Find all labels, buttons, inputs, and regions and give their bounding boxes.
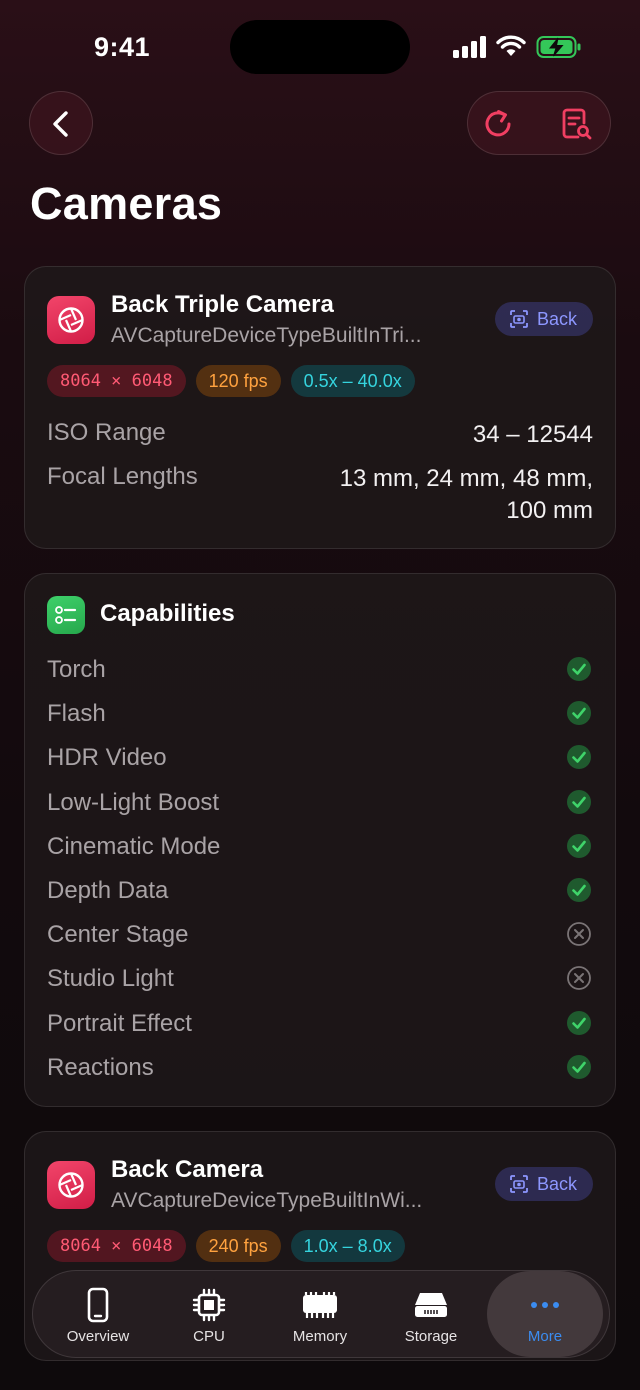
camera-device-type: AVCaptureDeviceTypeBuiltInTri...	[111, 324, 422, 347]
iso-range-label: ISO Range	[47, 419, 166, 446]
battery-charging-icon	[536, 36, 581, 58]
toolbar-actions	[467, 91, 611, 155]
back-button[interactable]	[29, 91, 93, 155]
phone-icon	[87, 1287, 109, 1323]
capability-row: Depth Data	[47, 877, 593, 913]
capability-label: Low-Light Boost	[47, 788, 220, 816]
focal-lengths-line1: 13 mm, 24 mm, 48 mm,	[339, 465, 593, 492]
capability-row: HDR Video	[47, 744, 593, 780]
memory-icon	[303, 1292, 337, 1318]
resolution-chip: 8064 × 6048	[47, 1230, 186, 1262]
tab-label: Overview	[66, 1328, 130, 1345]
camera-name: Back Camera	[111, 1156, 264, 1183]
resolution-chip: 8064 × 6048	[47, 365, 186, 397]
tab-label: Memory	[292, 1328, 348, 1345]
camera-viewfinder-icon	[510, 310, 528, 328]
tab-label: More	[527, 1328, 563, 1345]
more-icon	[531, 1302, 559, 1308]
capability-row: Cinematic Mode	[47, 833, 593, 869]
checkmark-circle-icon	[567, 878, 591, 902]
checkmark-circle-icon	[567, 657, 591, 681]
capability-label: Torch	[47, 656, 106, 683]
capability-label: Flash	[47, 700, 106, 728]
xmark-circle-icon	[567, 922, 591, 947]
camera-viewfinder-icon	[510, 1175, 528, 1193]
capability-row: Torch	[47, 656, 593, 692]
capability-row: Center Stage	[47, 921, 593, 957]
checkmark-circle-icon	[567, 789, 591, 814]
tab-storage[interactable]: Storage	[376, 1271, 486, 1357]
tab-more[interactable]: More	[487, 1271, 603, 1357]
fps-chip: 120 fps	[195, 365, 281, 397]
focal-lengths-row: Focal Lengths 13 mm, 24 mm, 48 mm, 100 m…	[47, 463, 593, 529]
capability-label: Cinematic Mode	[47, 832, 221, 860]
capability-label: Studio Light	[47, 965, 174, 993]
checkmark-circle-icon	[567, 1054, 591, 1079]
capability-label: Portrait Effect	[47, 1009, 192, 1037]
cellular-signal-icon	[453, 36, 486, 58]
xmark-circle-icon	[567, 966, 591, 991]
capability-row: Reactions	[47, 1054, 593, 1090]
camera-aperture-icon	[47, 296, 95, 344]
zoom-chip: 1.0x – 8.0x	[290, 1230, 405, 1262]
status-bar: 9:41	[0, 0, 640, 90]
camera-spec-chips: 8064 × 6048 240 fps 1.0x – 8.0x	[47, 1230, 405, 1262]
tab-cpu[interactable]: CPU	[154, 1271, 264, 1357]
checklist-icon	[47, 596, 85, 634]
camera-device-type: AVCaptureDeviceTypeBuiltInWi...	[111, 1189, 423, 1212]
iso-range-row: ISO Range 34 – 12544	[47, 419, 593, 453]
tab-memory[interactable]: Memory	[265, 1271, 375, 1357]
report-search-icon[interactable]	[558, 106, 594, 142]
tab-label: Storage	[404, 1328, 458, 1345]
camera-spec-chips: 8064 × 6048 120 fps 0.5x – 40.0x	[47, 365, 415, 397]
camera-aperture-icon	[47, 1161, 95, 1209]
checkmark-circle-icon	[567, 1010, 591, 1035]
zoom-chip: 0.5x – 40.0x	[290, 365, 415, 397]
page-title: Cameras	[30, 178, 223, 229]
checkmark-circle-icon	[567, 833, 591, 858]
tab-overview[interactable]: Overview	[43, 1271, 153, 1357]
storage-icon	[415, 1293, 447, 1317]
tab-label: CPU	[193, 1328, 225, 1345]
capability-label: Reactions	[47, 1053, 154, 1081]
fps-chip: 240 fps	[195, 1230, 281, 1262]
capability-row: Low-Light Boost	[47, 789, 593, 825]
capability-label: Center Stage	[47, 921, 189, 949]
chip-icon	[192, 1288, 226, 1322]
focal-lengths-label: Focal Lengths	[47, 463, 198, 490]
position-badge: Back	[494, 302, 593, 336]
capabilities-title: Capabilities	[100, 600, 235, 627]
refresh-icon[interactable]	[482, 106, 518, 142]
focal-lengths-line2: 100 mm	[506, 497, 593, 524]
wifi-icon	[496, 35, 526, 56]
iso-range-value: 34 – 12544	[472, 421, 593, 448]
dynamic-island	[230, 20, 410, 74]
checkmark-circle-icon	[567, 701, 591, 726]
camera-card-back-triple[interactable]: Back Triple Camera AVCaptureDeviceTypeBu…	[24, 266, 616, 549]
position-label: Back	[536, 308, 577, 329]
status-time: 9:41	[94, 32, 151, 62]
capabilities-card: Capabilities Torch Flash HDR Video Low-Ligh…	[24, 573, 616, 1107]
capability-label: Depth Data	[47, 877, 169, 904]
checkmark-circle-icon	[567, 745, 591, 770]
position-badge: Back	[494, 1167, 593, 1201]
chevron-left-icon	[53, 111, 68, 137]
tab-bar: Overview CPU Memory Storage More	[32, 1270, 610, 1358]
camera-name: Back Triple Camera	[111, 291, 334, 318]
position-label: Back	[536, 1173, 577, 1194]
capability-row: Portrait Effect	[47, 1010, 593, 1046]
focal-lengths-value: 13 mm, 24 mm, 48 mm, 100 mm	[340, 463, 593, 527]
capability-row: Flash	[47, 700, 593, 736]
capability-row: Studio Light	[47, 965, 593, 1001]
capability-label: HDR Video	[47, 744, 167, 772]
